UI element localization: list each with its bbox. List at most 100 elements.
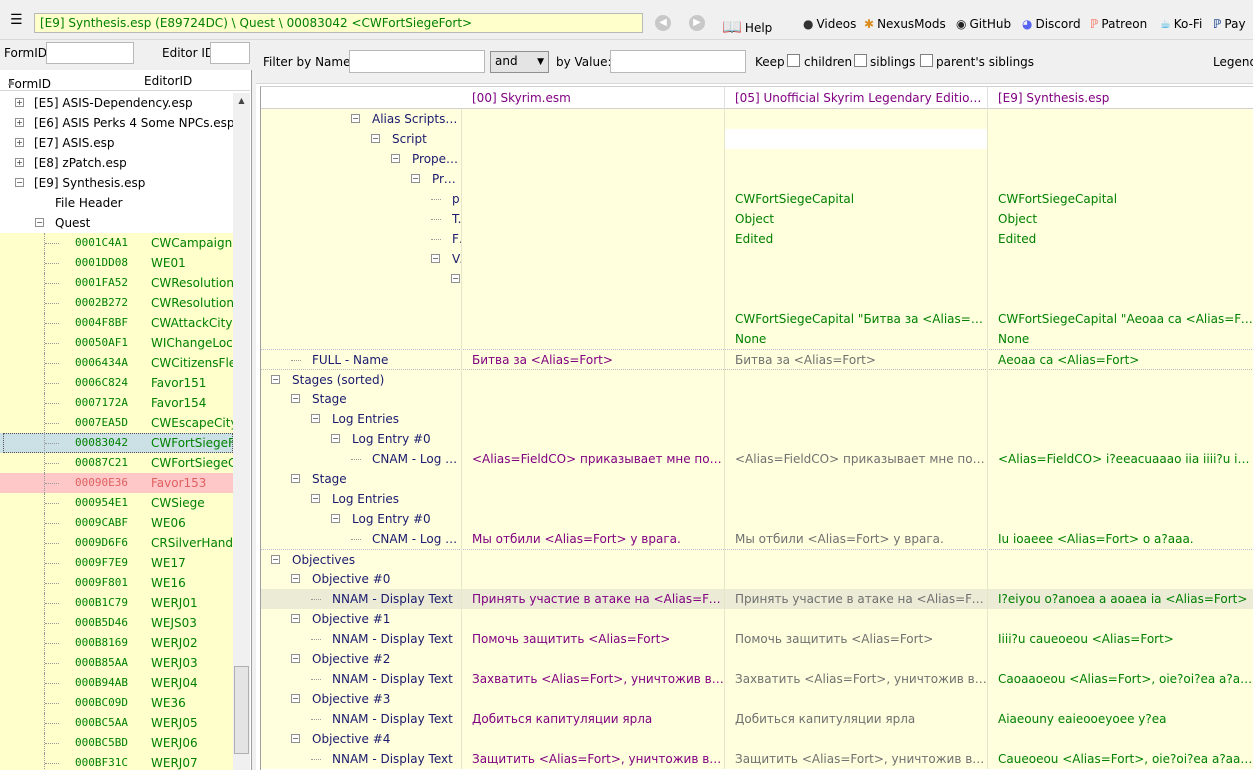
menu-icon[interactable]: ☰ xyxy=(10,12,23,28)
grid-value-cell-c1[interactable] xyxy=(461,149,724,169)
grid-row[interactable]: − Log Entries xyxy=(261,489,1253,509)
link-pay[interactable]: ℙ Pay xyxy=(1213,17,1246,31)
grid-value-cell-c3[interactable]: I?eiyou o?anoea a aoaea ia <Alias=Fort> xyxy=(987,589,1253,609)
grid-row[interactable]: NNAM - Display Text Принять участие в ата… xyxy=(261,589,1253,609)
expand-icon[interactable]: + xyxy=(15,138,24,147)
grid-row[interactable]: − Objective #3 xyxy=(261,689,1253,709)
grid-value-cell-c1[interactable] xyxy=(461,469,724,489)
grid-value-cell-c2[interactable] xyxy=(724,649,987,669)
collapse-icon[interactable]: − xyxy=(291,574,300,583)
link-discord[interactable]: ◕ Discord xyxy=(1022,17,1081,31)
tree-record-row[interactable]: 000B94AB WERJ04 xyxy=(0,673,233,693)
grid-value-cell-c3[interactable]: Edited xyxy=(987,229,1253,249)
grid-value-cell-c3[interactable] xyxy=(987,550,1253,570)
tree-record-row[interactable]: 000B1C79 WERJ01 xyxy=(0,593,233,613)
grid-value-cell-c2[interactable] xyxy=(724,129,987,149)
grid-value-cell-c3[interactable]: CWFortSiegeCapital xyxy=(987,189,1253,209)
grid-value-cell-c3[interactable]: Caoaaoeou <Alias=Fort>, oie?oi?ea a?aaa … xyxy=(987,669,1253,689)
grid-value-cell-c2[interactable]: Захватить <Alias=Fort>, уничтожив врага … xyxy=(724,669,987,689)
grid-row[interactable]: − Log Entries xyxy=(261,409,1253,429)
grid-value-cell-c1[interactable] xyxy=(461,129,724,149)
grid-value-cell-c1[interactable] xyxy=(461,269,724,289)
grid-value-cell-c1[interactable] xyxy=(461,569,724,589)
grid-value-cell-c1[interactable] xyxy=(461,370,724,390)
column-header-ussep[interactable]: [05] Unofficial Skyrim Legendary Edition… xyxy=(735,91,985,105)
grid-value-cell-c3[interactable]: None xyxy=(987,329,1253,349)
grid-value-cell-c3[interactable] xyxy=(987,409,1253,429)
tree-record-row[interactable]: 000BC5AA WERJ05 xyxy=(0,713,233,733)
tree-record-row[interactable]: 0009F801 WE16 xyxy=(0,573,233,593)
filter-name-input[interactable] xyxy=(349,50,485,73)
grid-value-cell-c3[interactable] xyxy=(987,289,1253,309)
collapse-icon[interactable]: − xyxy=(271,555,280,564)
grid-row[interactable]: − Value xyxy=(261,249,1253,269)
grid-value-cell-c2[interactable]: Помочь защитить <Alias=Fort> xyxy=(724,629,987,649)
grid-value-cell-c1[interactable] xyxy=(461,309,724,329)
grid-value-cell-c3[interactable] xyxy=(987,689,1253,709)
grid-row[interactable]: NNAM - Display Text Защитить <Alias=Fort>… xyxy=(261,749,1253,769)
collapse-icon[interactable]: − xyxy=(391,154,400,163)
grid-value-cell-c1[interactable]: Мы отбили <Alias=Fort> у врага. xyxy=(461,529,724,549)
tree-record-row[interactable]: 00083042 CWFortSiegeFort xyxy=(0,433,233,453)
grid-row[interactable]: − Objective #1 xyxy=(261,609,1253,629)
scroll-up-icon[interactable]: ▲ xyxy=(233,93,250,109)
tree-record-row[interactable]: 000BC09D WE36 xyxy=(0,693,233,713)
grid-row[interactable]: − Objective #0 xyxy=(261,569,1253,589)
grid-row[interactable]: Type ObjectObject xyxy=(261,209,1253,229)
grid-value-cell-c1[interactable] xyxy=(461,169,724,189)
link-help[interactable]: 📖 Help xyxy=(722,17,772,36)
grid-value-cell-c3[interactable]: Caueoeou <Alias=Fort>, oie?oi?ea a?aaa (… xyxy=(987,749,1253,769)
tree-file-header-node[interactable]: File Header xyxy=(0,193,233,213)
grid-row[interactable]: − Script xyxy=(261,129,1253,149)
grid-value-cell-c1[interactable] xyxy=(461,289,724,309)
grid-row[interactable]: FULL - Name Битва за <Alias=Fort> Битва за… xyxy=(261,349,1253,370)
collapse-icon[interactable]: − xyxy=(35,218,44,227)
grid-value-cell-c2[interactable] xyxy=(724,289,987,309)
grid-value-cell-c3[interactable] xyxy=(987,389,1253,409)
link-github[interactable]: ◉ GitHub xyxy=(956,17,1011,31)
tree-file-node[interactable]: + [E7] ASIS.esp xyxy=(0,133,233,153)
grid-row[interactable]: propertyName CWFortSiegeCapitalCWFortSieg… xyxy=(261,189,1253,209)
link-nexusmods[interactable]: ✱ NexusMods xyxy=(864,17,946,31)
expand-icon[interactable]: + xyxy=(15,98,24,107)
children-checkbox[interactable] xyxy=(787,54,800,67)
collapse-icon[interactable]: − xyxy=(311,494,320,503)
grid-row[interactable]: − Stage xyxy=(261,469,1253,489)
grid-row[interactable]: − Log Entry #0 xyxy=(261,509,1253,529)
collapse-icon[interactable]: − xyxy=(451,274,460,283)
collapse-icon[interactable]: − xyxy=(291,734,300,743)
grid-value-cell-c1[interactable] xyxy=(461,609,724,629)
grid-value-cell-c1[interactable] xyxy=(461,329,724,349)
grid-row[interactable]: NNAM - Display Text Добиться капитуляции … xyxy=(261,709,1253,729)
grid-value-cell-c2[interactable] xyxy=(724,509,987,529)
filter-value-input[interactable] xyxy=(610,50,746,73)
grid-value-cell-c2[interactable]: <Alias=FieldCO> приказывает мне помочь з… xyxy=(724,449,987,469)
tree-record-row[interactable]: 00090E36 Favor153 xyxy=(0,473,233,493)
collapse-icon[interactable]: − xyxy=(431,254,440,263)
collapse-icon[interactable]: − xyxy=(291,394,300,403)
grid-value-cell-c3[interactable] xyxy=(987,269,1253,289)
grid-value-cell-c2[interactable]: Мы отбили <Alias=Fort> у врага. xyxy=(724,529,987,549)
grid-value-cell-c3[interactable] xyxy=(987,469,1253,489)
siblings-checkbox[interactable] xyxy=(854,54,867,67)
grid-row[interactable]: CNAM - Log EntryМы отбили <Alias=Fort> у… xyxy=(261,529,1253,549)
grid-value-cell-c1[interactable]: Битва за <Alias=Fort> xyxy=(461,350,724,370)
grid-row[interactable]: − Properties (sorted) xyxy=(261,149,1253,169)
tree-record-row[interactable]: 0007172A Favor154 xyxy=(0,393,233,413)
grid-row[interactable]: NNAM - Display Text Помочь защитить <Alia… xyxy=(261,629,1253,649)
grid-row[interactable]: − Stage xyxy=(261,389,1253,409)
grid-value-cell-c2[interactable]: CWFortSiegeCapital xyxy=(724,189,987,209)
grid-value-cell-c3[interactable] xyxy=(987,609,1253,629)
grid-value-cell-c2[interactable] xyxy=(724,269,987,289)
collapse-icon[interactable]: − xyxy=(411,174,420,183)
grid-value-cell-c2[interactable] xyxy=(724,569,987,589)
grid-row[interactable]: − Alias Scripts (sorted) xyxy=(261,109,1253,129)
tree-record-row[interactable]: 0004F8BF CWAttackCity xyxy=(0,313,233,333)
grid-value-cell-c2[interactable]: CWFortSiegeCapital "Битва за <Alias=Fort… xyxy=(724,309,987,329)
grid-value-cell-c2[interactable] xyxy=(724,689,987,709)
grid-value-cell-c1[interactable] xyxy=(461,550,724,570)
collapse-icon[interactable]: − xyxy=(291,694,300,703)
tree-record-row[interactable]: 0009F7E9 WE17 xyxy=(0,553,233,573)
grid-value-cell-c2[interactable] xyxy=(724,109,987,129)
grid-value-cell-c2[interactable] xyxy=(724,429,987,449)
